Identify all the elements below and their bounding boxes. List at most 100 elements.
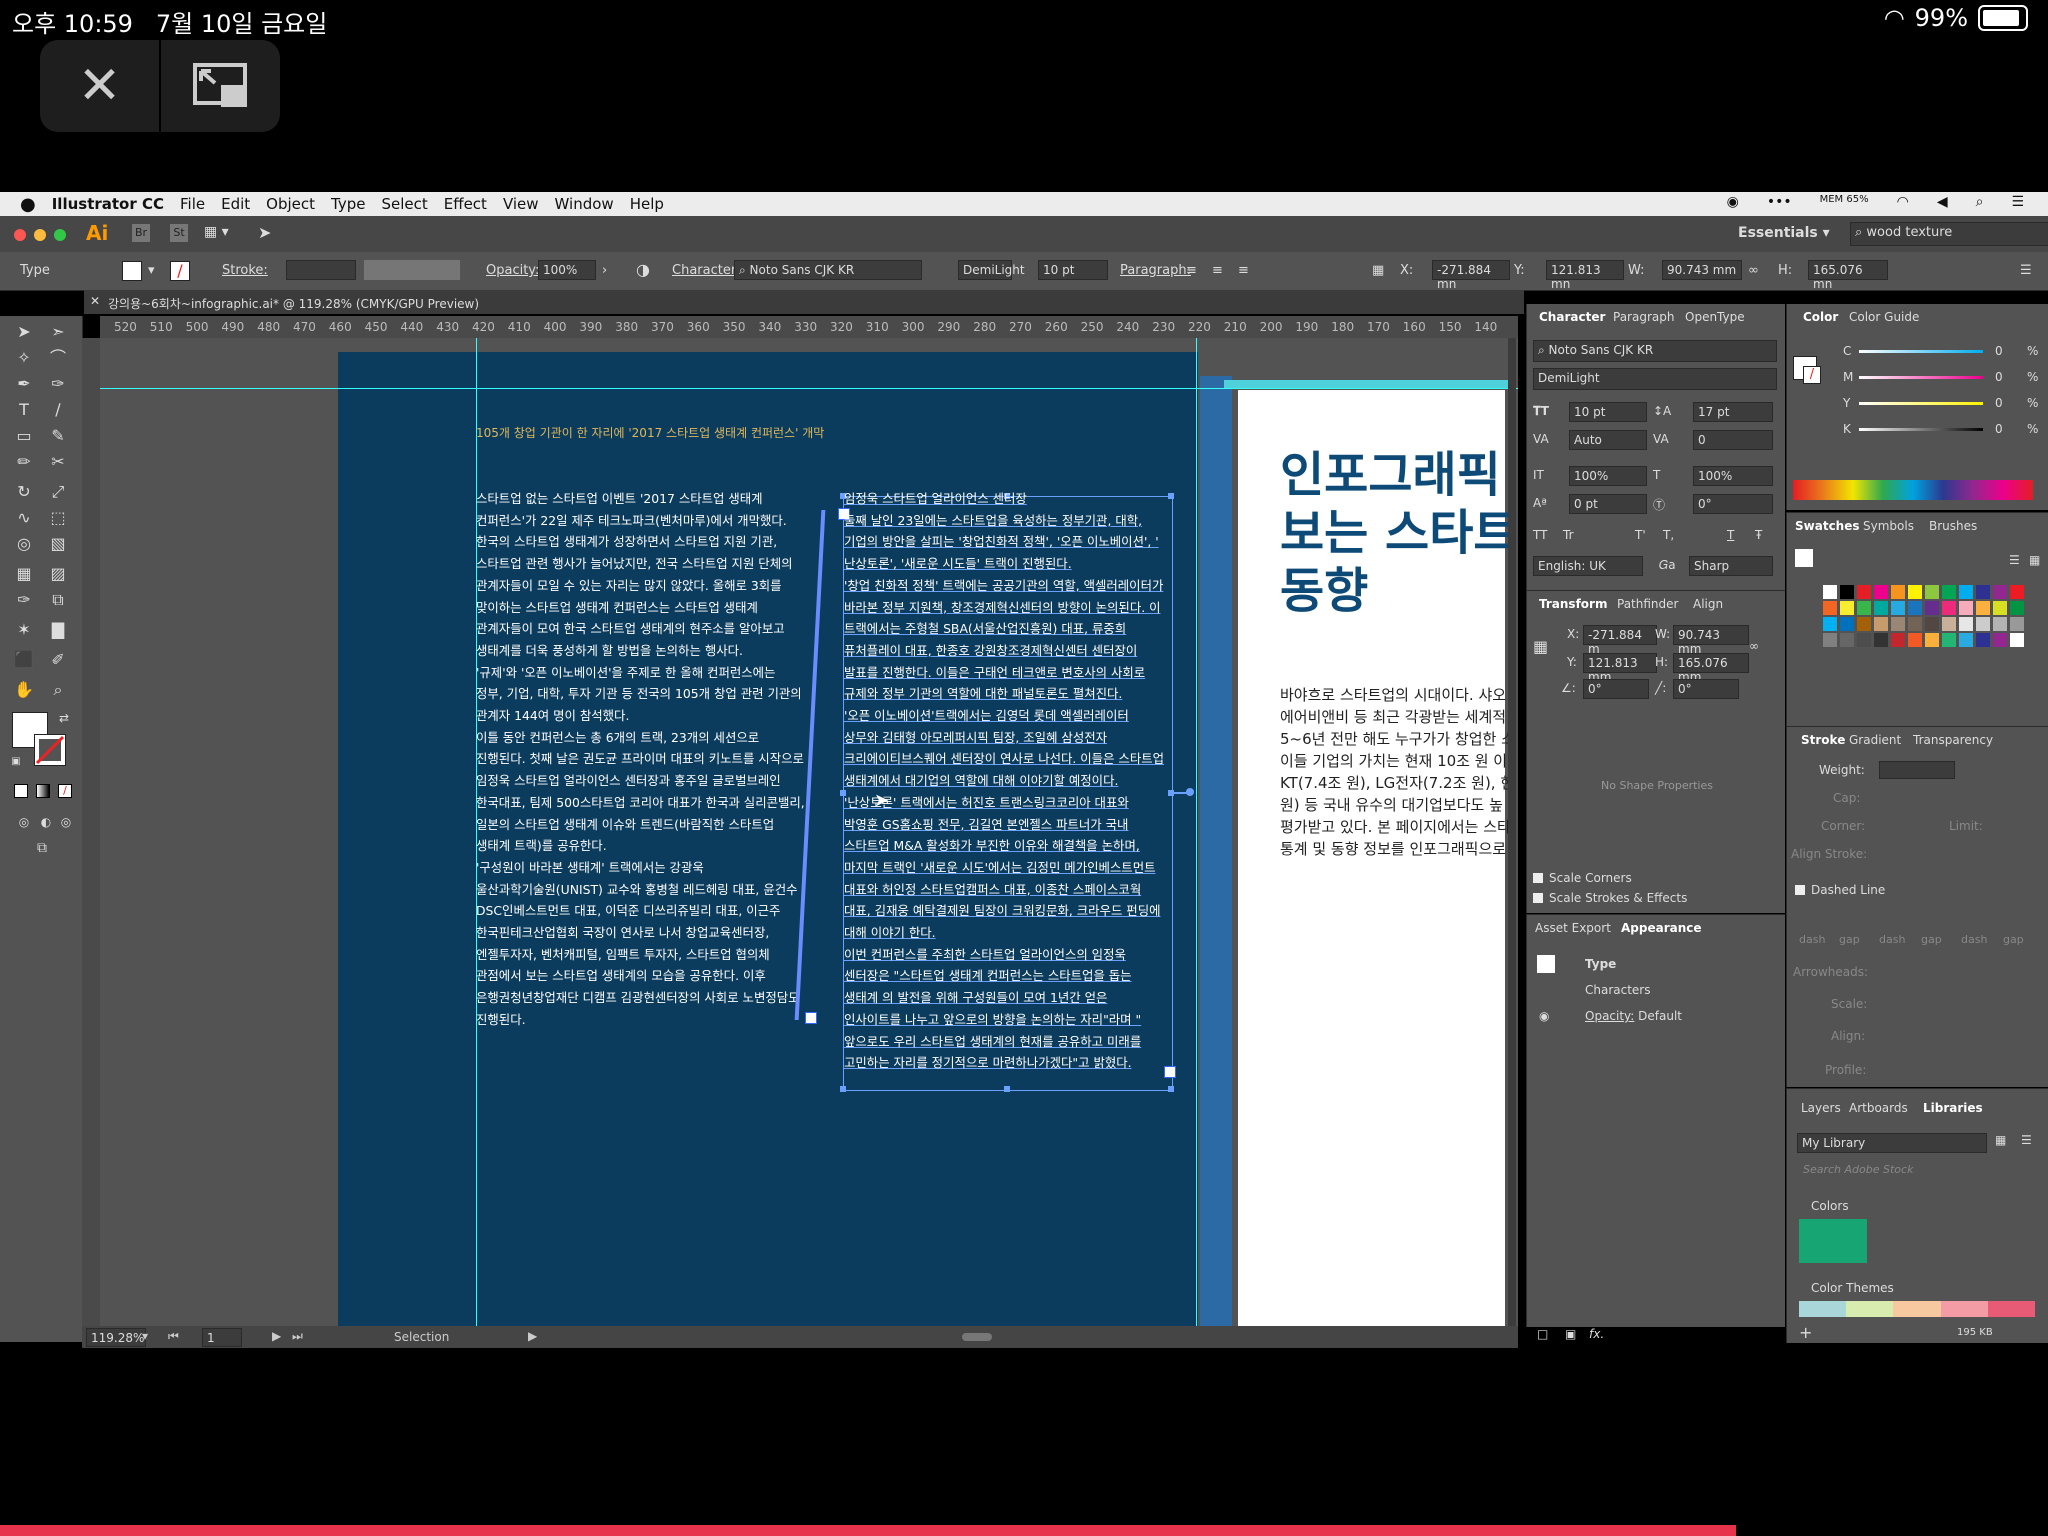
grid-view-icon[interactable]: ▦ bbox=[2029, 553, 2040, 567]
swatch[interactable] bbox=[1908, 585, 1922, 599]
swatch[interactable] bbox=[1942, 601, 1956, 615]
swatch[interactable] bbox=[1993, 601, 2007, 615]
swatch[interactable] bbox=[2010, 633, 2024, 647]
menu-app[interactable]: Illustrator CC bbox=[52, 195, 164, 213]
swatch[interactable] bbox=[1942, 633, 1956, 647]
add-stroke-icon[interactable]: □ bbox=[1537, 1327, 1548, 1341]
panel-menu-icon[interactable]: ☰ bbox=[2020, 263, 2032, 278]
character-label[interactable]: Character: bbox=[672, 263, 740, 278]
swatch[interactable] bbox=[1908, 617, 1922, 631]
stock-button[interactable]: St bbox=[170, 224, 188, 242]
swatch[interactable] bbox=[1976, 617, 1990, 631]
font-style-field[interactable]: DemiLight bbox=[958, 260, 1025, 280]
menu-window[interactable]: Window bbox=[555, 195, 614, 213]
zoom-tool-icon[interactable]: ⌕ bbox=[48, 680, 68, 700]
last-artboard-icon[interactable]: ⏭ bbox=[292, 1329, 303, 1344]
apple-icon[interactable]: ● bbox=[20, 194, 36, 215]
swatch[interactable] bbox=[1942, 617, 1956, 631]
underline-button[interactable]: T bbox=[1727, 528, 1734, 542]
swatch[interactable] bbox=[1874, 585, 1888, 599]
scale-tool-icon[interactable]: ⤢ bbox=[48, 482, 68, 502]
document-tab[interactable]: 강의용~6회차~infographic.ai* @ 119.28% (CMYK/… bbox=[108, 295, 479, 312]
tab-swatches[interactable]: Swatches bbox=[1795, 519, 1860, 533]
slice-tool-icon[interactable]: ✐ bbox=[48, 650, 68, 670]
add-effect-icon[interactable]: fx. bbox=[1589, 1327, 1604, 1341]
swatch[interactable] bbox=[1891, 601, 1905, 615]
line-tool-icon[interactable]: ∕ bbox=[48, 400, 68, 420]
horizontal-scrollbar[interactable] bbox=[962, 1333, 992, 1341]
appearance-characters-row[interactable]: Characters bbox=[1585, 983, 1651, 997]
shape-builder-tool-icon[interactable]: ◎ bbox=[14, 534, 34, 554]
swatch[interactable] bbox=[1874, 601, 1888, 615]
wifi-menu-icon[interactable]: ◠ bbox=[1897, 194, 1909, 210]
swatch-fill-box[interactable] bbox=[1795, 549, 1813, 567]
hand-tool-icon[interactable]: ✋ bbox=[14, 680, 34, 700]
swatch[interactable] bbox=[1891, 617, 1905, 631]
swap-colors-icon[interactable]: ⇄ bbox=[54, 708, 74, 728]
default-colors-icon[interactable]: ▣ bbox=[6, 752, 26, 772]
channel-m-value[interactable]: 0 bbox=[1995, 370, 2003, 384]
list-view-icon[interactable]: ☰ bbox=[2009, 553, 2020, 567]
tab-transparency[interactable]: Transparency bbox=[1913, 733, 1993, 747]
subscript-button[interactable]: T, bbox=[1663, 528, 1674, 542]
transform-angle-field[interactable]: 0° bbox=[1583, 679, 1649, 699]
transform-shear-field[interactable]: 0° bbox=[1673, 679, 1739, 699]
tab-libraries[interactable]: Libraries bbox=[1923, 1101, 1983, 1115]
font-size-field[interactable]: 10 pt bbox=[1038, 260, 1108, 280]
selection-tool-icon[interactable]: ➤ bbox=[14, 322, 34, 342]
minimize-window-button[interactable] bbox=[34, 229, 46, 241]
tab-pathfinder[interactable]: Pathfinder bbox=[1617, 597, 1678, 611]
add-fill-icon[interactable]: ▣ bbox=[1565, 1327, 1576, 1341]
char-font-field[interactable]: ⌕ Noto Sans CJK KR bbox=[1533, 340, 1777, 362]
channel-c-slider[interactable] bbox=[1859, 350, 1983, 353]
swatch[interactable] bbox=[1976, 585, 1990, 599]
scale-corners-checkbox[interactable] bbox=[1533, 873, 1543, 883]
transform-w-field[interactable]: 90.743 mm bbox=[1673, 625, 1749, 656]
y-field[interactable]: 121.813 mn bbox=[1546, 260, 1624, 291]
infographic-title[interactable]: 인포그래픽 보는 스타트 동향 bbox=[1280, 446, 1518, 620]
appearance-type-row[interactable]: Type bbox=[1585, 957, 1616, 971]
all-caps-button[interactable]: TT bbox=[1533, 528, 1547, 542]
artboard-number-field[interactable]: 1 bbox=[202, 1328, 242, 1347]
tab-appearance[interactable]: Appearance bbox=[1621, 921, 1702, 935]
rotate-handle-dot[interactable] bbox=[1186, 788, 1194, 796]
scale-strokes-checkbox[interactable] bbox=[1533, 893, 1543, 903]
record-icon[interactable]: ◉ bbox=[1727, 194, 1739, 210]
search-menu-icon[interactable]: ⌕ bbox=[1976, 194, 1984, 210]
library-select[interactable]: My Library bbox=[1797, 1133, 1987, 1153]
transform-icon[interactable]: ▦ bbox=[1372, 263, 1384, 278]
handle-bl[interactable] bbox=[840, 1086, 846, 1092]
tab-layers[interactable]: Layers bbox=[1801, 1101, 1841, 1115]
swatch[interactable] bbox=[1874, 617, 1888, 631]
align-right-icon[interactable]: ≡ bbox=[1238, 263, 1249, 278]
w-field[interactable]: 90.743 mm bbox=[1662, 260, 1742, 280]
swatch[interactable] bbox=[1925, 585, 1939, 599]
library-grid-icon[interactable]: ▦ bbox=[1995, 1133, 2006, 1147]
magic-wand-tool-icon[interactable]: ✧ bbox=[14, 348, 34, 368]
symbol-sprayer-tool-icon[interactable]: ✶ bbox=[14, 620, 34, 640]
handle-bm[interactable] bbox=[1004, 1086, 1010, 1092]
tab-stroke[interactable]: Stroke bbox=[1801, 733, 1845, 747]
paragraph-label[interactable]: Paragraph: bbox=[1120, 263, 1191, 278]
swatch[interactable] bbox=[1840, 601, 1854, 615]
constrain-icon[interactable]: ∞ bbox=[1749, 639, 1759, 653]
menu-object[interactable]: Object bbox=[266, 195, 315, 213]
swatch[interactable] bbox=[1959, 601, 1973, 615]
dashed-line-checkbox[interactable] bbox=[1795, 885, 1805, 895]
stroke-swatch[interactable]: / bbox=[170, 261, 190, 281]
library-list-icon[interactable]: ☰ bbox=[2021, 1133, 2032, 1147]
text-column-2[interactable]: 임정욱 스타트업 얼라이언스 센터장 둘째 날인 23일에는 스타트업을 육성하는… bbox=[844, 488, 1164, 1074]
tab-brushes[interactable]: Brushes bbox=[1929, 519, 1977, 533]
swatch[interactable] bbox=[1891, 633, 1905, 647]
color-themes-label[interactable]: Color Themes bbox=[1811, 1281, 1894, 1295]
tab-character[interactable]: Character bbox=[1539, 310, 1605, 324]
warp-tool-icon[interactable]: ∿ bbox=[14, 508, 34, 528]
reference-point-icon[interactable]: ▦ bbox=[1533, 637, 1548, 656]
pencil-tool-icon[interactable]: ✏ bbox=[14, 452, 34, 472]
channel-y-slider[interactable] bbox=[1859, 402, 1983, 405]
strikethrough-button[interactable]: Ŧ bbox=[1755, 528, 1762, 542]
swatch[interactable] bbox=[1857, 585, 1871, 599]
tab-color-guide[interactable]: Color Guide bbox=[1849, 310, 1919, 324]
menu-select[interactable]: Select bbox=[381, 195, 427, 213]
transform-x-field[interactable]: -271.884 m bbox=[1583, 625, 1657, 656]
